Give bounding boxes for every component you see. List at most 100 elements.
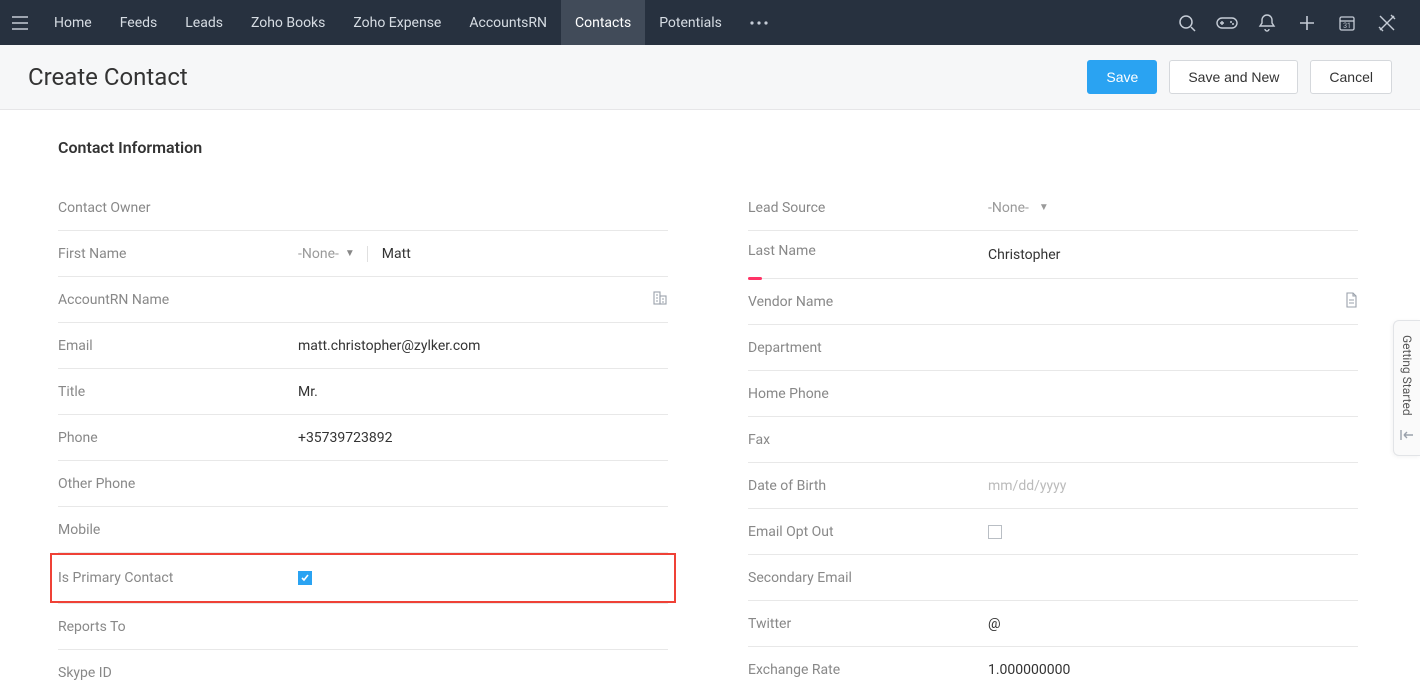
nav-tabs: HomeFeedsLeadsZoho BooksZoho ExpenseAcco… bbox=[40, 0, 736, 45]
label-vendor-name: Vendor Name bbox=[748, 282, 988, 322]
save-button[interactable]: Save bbox=[1087, 60, 1157, 94]
page-header: Create Contact Save Save and New Cancel bbox=[0, 45, 1420, 110]
field-title: Title Mr. bbox=[58, 369, 668, 415]
input-mobile[interactable] bbox=[298, 509, 668, 551]
cancel-button[interactable]: Cancel bbox=[1310, 60, 1392, 94]
field-phone: Phone +35739723892 bbox=[58, 415, 668, 461]
label-email-opt-out: Email Opt Out bbox=[748, 512, 988, 552]
field-first-name: First Name -None- ▼ Matt bbox=[58, 231, 668, 277]
checkbox-is-primary[interactable] bbox=[298, 571, 312, 585]
collapse-left-icon[interactable] bbox=[1400, 426, 1414, 445]
field-email-opt-out: Email Opt Out bbox=[748, 509, 1358, 555]
input-skype-id[interactable] bbox=[298, 652, 668, 694]
input-fax[interactable] bbox=[988, 419, 1358, 461]
input-phone[interactable]: +35739723892 bbox=[298, 417, 668, 459]
label-reports-to: Reports To bbox=[58, 607, 298, 647]
input-department[interactable] bbox=[988, 327, 1358, 369]
chevron-down-icon: ▼ bbox=[1039, 202, 1049, 213]
right-column: Lead Source -None- ▼ Last Name Christoph… bbox=[748, 185, 1358, 696]
label-lead-source: Lead Source bbox=[748, 188, 988, 228]
chevron-down-icon: ▼ bbox=[345, 248, 355, 259]
nav-tab-contacts[interactable]: Contacts bbox=[561, 0, 645, 45]
input-account-name[interactable] bbox=[298, 279, 668, 321]
label-phone: Phone bbox=[58, 418, 298, 458]
field-vendor-name: Vendor Name bbox=[748, 279, 1358, 325]
input-home-phone[interactable] bbox=[988, 373, 1358, 415]
section-title: Contact Information bbox=[58, 138, 1362, 157]
field-dob: Date of Birth mm/dd/yyyy bbox=[748, 463, 1358, 509]
field-department: Department bbox=[748, 325, 1358, 371]
nav-tab-home[interactable]: Home bbox=[40, 0, 106, 45]
document-lookup-icon[interactable] bbox=[1344, 292, 1358, 312]
nav-tab-accountsrn[interactable]: AccountsRN bbox=[455, 0, 561, 45]
tools-icon[interactable] bbox=[1376, 12, 1398, 34]
input-dob[interactable]: mm/dd/yyyy bbox=[988, 465, 1358, 507]
building-lookup-icon[interactable] bbox=[652, 290, 668, 310]
field-account-name: AccountRN Name bbox=[58, 277, 668, 323]
field-home-phone: Home Phone bbox=[748, 371, 1358, 417]
nav-tab-leads[interactable]: Leads bbox=[171, 0, 237, 45]
label-is-primary: Is Primary Contact bbox=[58, 558, 298, 598]
nav-icon-bar: 31 bbox=[1176, 12, 1420, 34]
checkbox-email-opt-out[interactable] bbox=[988, 525, 1002, 539]
getting-started-label: Getting Started bbox=[1400, 335, 1414, 416]
input-title[interactable]: Mr. bbox=[298, 371, 668, 413]
input-secondary-email[interactable] bbox=[988, 557, 1358, 599]
input-contact-owner[interactable] bbox=[298, 187, 668, 229]
field-is-primary: Is Primary Contact bbox=[58, 555, 668, 601]
getting-started-tab[interactable]: Getting Started bbox=[1393, 320, 1420, 456]
form-content: Contact Information Contact Owner First … bbox=[0, 110, 1420, 700]
save-and-new-button[interactable]: Save and New bbox=[1169, 60, 1298, 94]
field-skype-id: Skype ID bbox=[58, 650, 668, 696]
input-reports-to[interactable] bbox=[298, 606, 668, 648]
calendar-icon[interactable]: 31 bbox=[1336, 12, 1358, 34]
label-skype-id: Skype ID bbox=[58, 653, 298, 693]
salutation-select[interactable]: -None- ▼ bbox=[298, 246, 368, 262]
input-vendor-name[interactable] bbox=[988, 281, 1358, 323]
label-other-phone: Other Phone bbox=[58, 464, 298, 504]
label-account-name: AccountRN Name bbox=[58, 280, 298, 320]
game-controller-icon[interactable] bbox=[1216, 12, 1238, 34]
select-lead-source[interactable]: -None- ▼ bbox=[988, 200, 1049, 216]
field-twitter: Twitter @ bbox=[748, 601, 1358, 647]
menu-icon[interactable] bbox=[0, 16, 40, 30]
field-lead-source: Lead Source -None- ▼ bbox=[748, 185, 1358, 231]
bell-icon[interactable] bbox=[1256, 12, 1278, 34]
top-nav: HomeFeedsLeadsZoho BooksZoho ExpenseAcco… bbox=[0, 0, 1420, 45]
plus-icon[interactable] bbox=[1296, 12, 1318, 34]
required-indicator-icon bbox=[748, 277, 762, 280]
input-email[interactable]: matt.christopher@zylker.com bbox=[298, 325, 668, 367]
label-first-name: First Name bbox=[58, 234, 298, 274]
page-title: Create Contact bbox=[28, 63, 188, 91]
field-contact-owner: Contact Owner bbox=[58, 185, 668, 231]
input-first-name[interactable]: Matt bbox=[382, 246, 668, 262]
field-fax: Fax bbox=[748, 417, 1358, 463]
input-other-phone[interactable] bbox=[298, 463, 668, 505]
nav-tab-potentials[interactable]: Potentials bbox=[645, 0, 736, 45]
field-other-phone: Other Phone bbox=[58, 461, 668, 507]
nav-more-icon[interactable] bbox=[736, 21, 782, 25]
label-exchange-rate: Exchange Rate bbox=[748, 650, 988, 690]
highlight-is-primary: Is Primary Contact bbox=[50, 553, 676, 603]
field-exchange-rate: Exchange Rate 1.000000000 bbox=[748, 647, 1358, 693]
label-department: Department bbox=[748, 328, 988, 368]
label-secondary-email: Secondary Email bbox=[748, 558, 988, 598]
label-twitter: Twitter bbox=[748, 604, 988, 644]
nav-tab-feeds[interactable]: Feeds bbox=[106, 0, 172, 45]
label-title: Title bbox=[58, 372, 298, 412]
nav-tab-zoho-expense[interactable]: Zoho Expense bbox=[339, 0, 455, 45]
label-last-name: Last Name bbox=[748, 231, 988, 278]
input-last-name[interactable]: Christopher bbox=[988, 234, 1358, 276]
input-exchange-rate[interactable]: 1.000000000 bbox=[988, 649, 1358, 691]
label-mobile: Mobile bbox=[58, 510, 298, 550]
search-icon[interactable] bbox=[1176, 12, 1198, 34]
svg-text:31: 31 bbox=[1343, 22, 1351, 30]
nav-tab-zoho-books[interactable]: Zoho Books bbox=[237, 0, 339, 45]
label-email: Email bbox=[58, 326, 298, 366]
field-secondary-email: Secondary Email bbox=[748, 555, 1358, 601]
label-dob: Date of Birth bbox=[748, 466, 988, 506]
left-column: Contact Owner First Name -None- ▼ Matt A… bbox=[58, 185, 668, 696]
field-reports-to: Reports To bbox=[58, 604, 668, 650]
input-twitter[interactable]: @ bbox=[988, 603, 1358, 645]
field-last-name: Last Name Christopher bbox=[748, 231, 1358, 279]
